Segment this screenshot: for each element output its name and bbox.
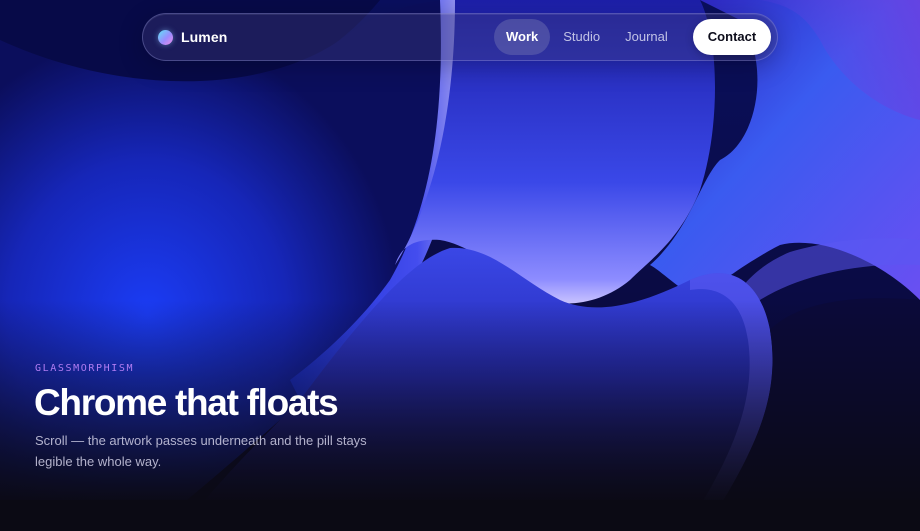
nav-links: Work Studio Journal <box>494 19 681 55</box>
floating-nav-pill: Lumen Work Studio Journal Contact <box>142 13 778 61</box>
nav-link-studio[interactable]: Studio <box>551 19 612 55</box>
brand-dot-icon <box>158 29 173 45</box>
hero-subtitle: Scroll — the artwork passes underneath a… <box>35 433 367 469</box>
page-footer-band <box>0 500 920 531</box>
hero-eyebrow: GLASSMORPHISM <box>35 363 135 374</box>
brand-name: Lumen <box>181 29 228 45</box>
contact-button[interactable]: Contact <box>693 19 771 55</box>
hero-title: Chrome that floats <box>34 382 339 423</box>
brand-logo[interactable]: Lumen <box>158 14 227 60</box>
nav-link-work[interactable]: Work <box>494 19 551 55</box>
nav-link-journal[interactable]: Journal <box>613 19 680 55</box>
page: Lumen Work Studio Journal Contact GLASSM… <box>0 0 920 531</box>
